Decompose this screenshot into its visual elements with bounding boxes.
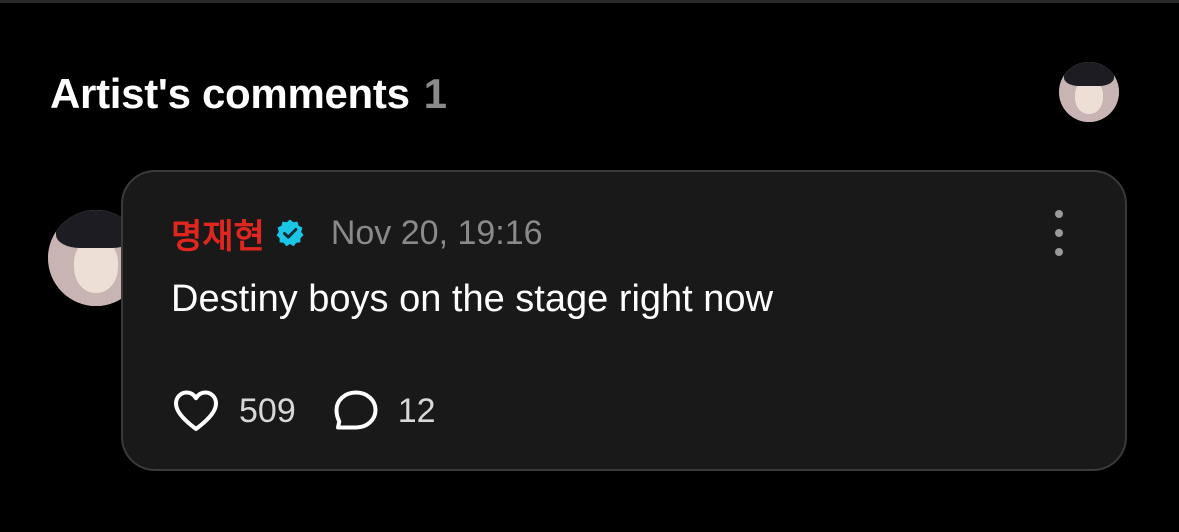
current-user-avatar[interactable]	[1059, 62, 1119, 122]
verified-badge-icon	[275, 218, 305, 248]
comment-card: 명재현 Nov 20, 19:16 Destiny boys on the st…	[121, 170, 1127, 471]
more-dot	[1055, 210, 1063, 218]
comment-text: Destiny boys on the stage right now	[171, 278, 774, 320]
comment-actions: 509 12	[171, 386, 436, 436]
section-header: Artist's comments 1	[50, 66, 447, 122]
comment-timestamp: Nov 20, 19:16	[330, 213, 543, 252]
comment-count: 1	[423, 70, 448, 117]
comment-meta: 명재현 Nov 20, 19:16	[171, 212, 543, 257]
more-dot	[1055, 248, 1063, 256]
comment-bubble-icon	[332, 388, 380, 434]
reply-count: 12	[397, 391, 436, 430]
avatar-hair	[1063, 62, 1115, 86]
author-name[interactable]: 명재현	[171, 209, 265, 258]
more-dot	[1055, 229, 1063, 237]
top-divider	[0, 0, 1179, 3]
more-options-button[interactable]	[1049, 210, 1069, 256]
like-count: 509	[239, 391, 296, 430]
heart-icon	[171, 388, 221, 434]
section-title: Artist's comments	[50, 70, 410, 117]
reply-button[interactable]: 12	[332, 388, 436, 434]
like-button[interactable]: 509	[171, 388, 296, 434]
